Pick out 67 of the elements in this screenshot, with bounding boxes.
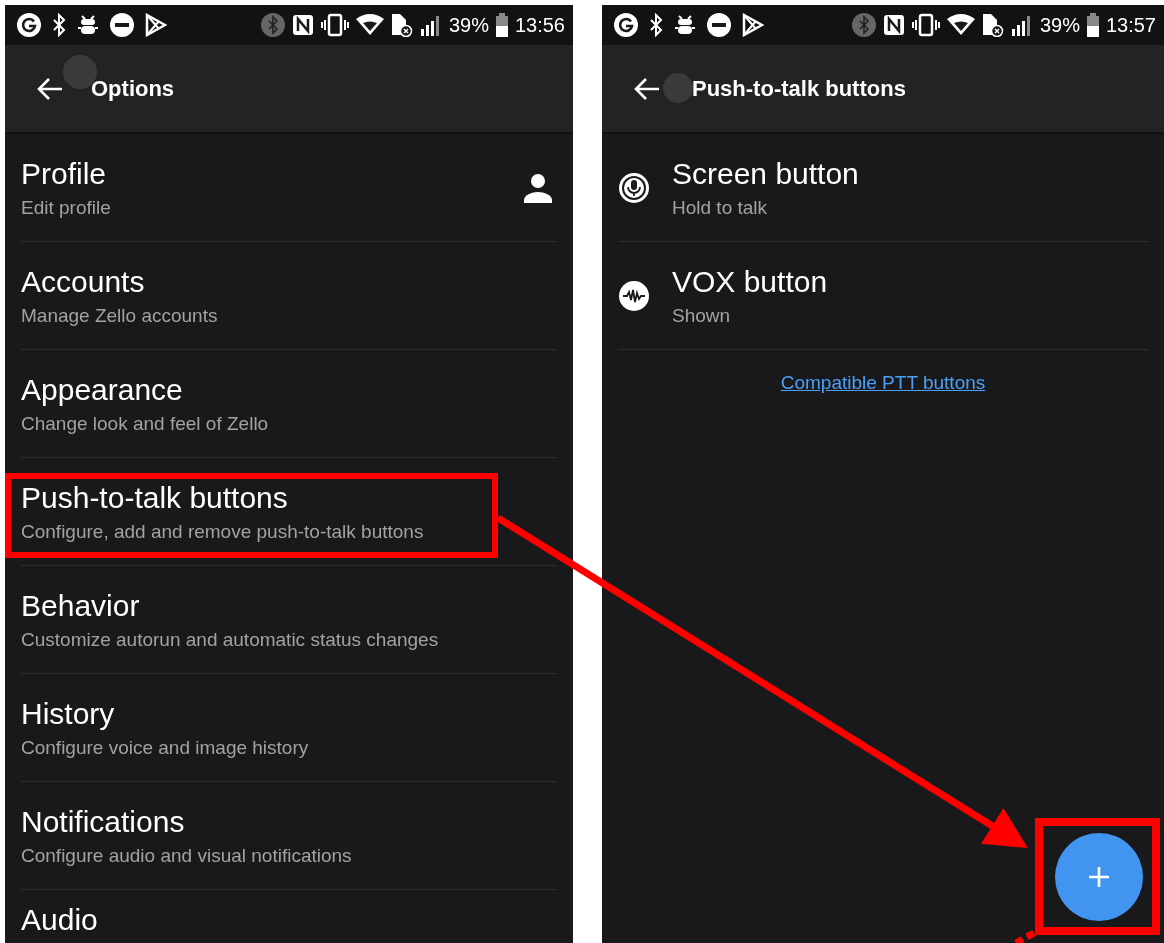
settings-item[interactable]: History Configure voice and image history	[21, 674, 557, 782]
battery-icon	[495, 13, 508, 37]
signal-icon	[1010, 14, 1033, 36]
nfc-icon	[291, 13, 314, 37]
plus-icon	[1088, 866, 1110, 888]
item-title: VOX button	[672, 263, 829, 300]
microphone-icon	[618, 171, 650, 204]
settings-item[interactable]: Behavior Customize autorun and automatic status changes	[21, 566, 557, 674]
screen-title: Push-to-talk buttons	[692, 75, 906, 102]
battery-percent: 39%	[448, 13, 489, 37]
item-subtitle: Hold to talk	[672, 195, 769, 220]
item-title: Push-to-talk buttons	[21, 479, 289, 516]
item-subtitle: Configure voice and image history	[21, 735, 310, 760]
item-title: Audio	[21, 902, 99, 938]
item-subtitle: Change look and feel of Zello	[21, 411, 270, 436]
person-icon	[523, 172, 553, 203]
item-subtitle: Configure, add and remove push-to-talk buttons	[21, 519, 425, 544]
wifi-icon	[355, 14, 384, 36]
touch-indicator	[663, 73, 693, 103]
vibrate-icon	[320, 13, 349, 37]
no-sim-icon	[390, 13, 413, 37]
bluetooth-icon	[649, 13, 663, 37]
clock: 13:57	[1105, 13, 1156, 37]
settings-item[interactable]: Profile Edit profile	[21, 134, 557, 242]
waveform-icon	[618, 279, 650, 312]
bluetooth-icon	[260, 13, 285, 37]
bug-icon	[674, 14, 696, 36]
item-title: History	[21, 695, 116, 732]
settings-item[interactable]: Accounts Manage Zello accounts	[21, 242, 557, 350]
no-sim-icon	[981, 13, 1004, 37]
item-title: Profile	[21, 155, 108, 192]
battery-percent: 39%	[1039, 13, 1080, 37]
play-store-icon	[742, 13, 764, 37]
item-title: Notifications	[21, 803, 186, 840]
compatible-buttons-link[interactable]: Compatible PTT buttons	[780, 372, 986, 393]
do-not-disturb-icon	[707, 13, 731, 37]
bug-icon	[77, 14, 99, 36]
item-subtitle: Shown	[672, 303, 732, 328]
settings-item[interactable]: Notifications Configure audio and visual notifications	[21, 782, 557, 890]
battery-icon	[1086, 13, 1099, 37]
vibrate-icon	[911, 13, 940, 37]
clock: 13:56	[514, 13, 565, 37]
bluetooth-icon	[851, 13, 876, 37]
item-subtitle: Manage Zello accounts	[21, 303, 219, 328]
item-subtitle: Customize autorun and automatic status changes	[21, 627, 440, 652]
settings-item[interactable]: Audio	[21, 890, 557, 943]
screen-title: Options	[91, 75, 175, 102]
back-arrow-icon[interactable]	[634, 76, 660, 101]
item-title: Accounts	[21, 263, 146, 300]
play-store-icon	[145, 13, 167, 37]
item-title: Appearance	[21, 371, 184, 408]
do-not-disturb-icon	[110, 13, 134, 37]
settings-item[interactable]: Push-to-talk buttons Configure, add and remove push-to-talk buttons	[21, 458, 557, 566]
settings-item[interactable]: VOX button Shown	[618, 242, 1148, 350]
google-icon	[17, 13, 41, 37]
google-icon	[614, 13, 638, 37]
back-arrow-icon[interactable]	[37, 76, 63, 101]
item-subtitle: Edit profile	[21, 195, 112, 220]
wifi-icon	[946, 14, 975, 36]
signal-icon	[419, 14, 442, 36]
item-subtitle: Configure audio and visual notifications	[21, 843, 353, 868]
settings-item[interactable]: Appearance Change look and feel of Zello	[21, 350, 557, 458]
item-title: Screen button	[672, 155, 860, 192]
nfc-icon	[882, 13, 905, 37]
item-title: Behavior	[21, 587, 141, 624]
bluetooth-icon	[52, 13, 66, 37]
settings-item[interactable]: Screen button Hold to talk	[618, 134, 1148, 242]
